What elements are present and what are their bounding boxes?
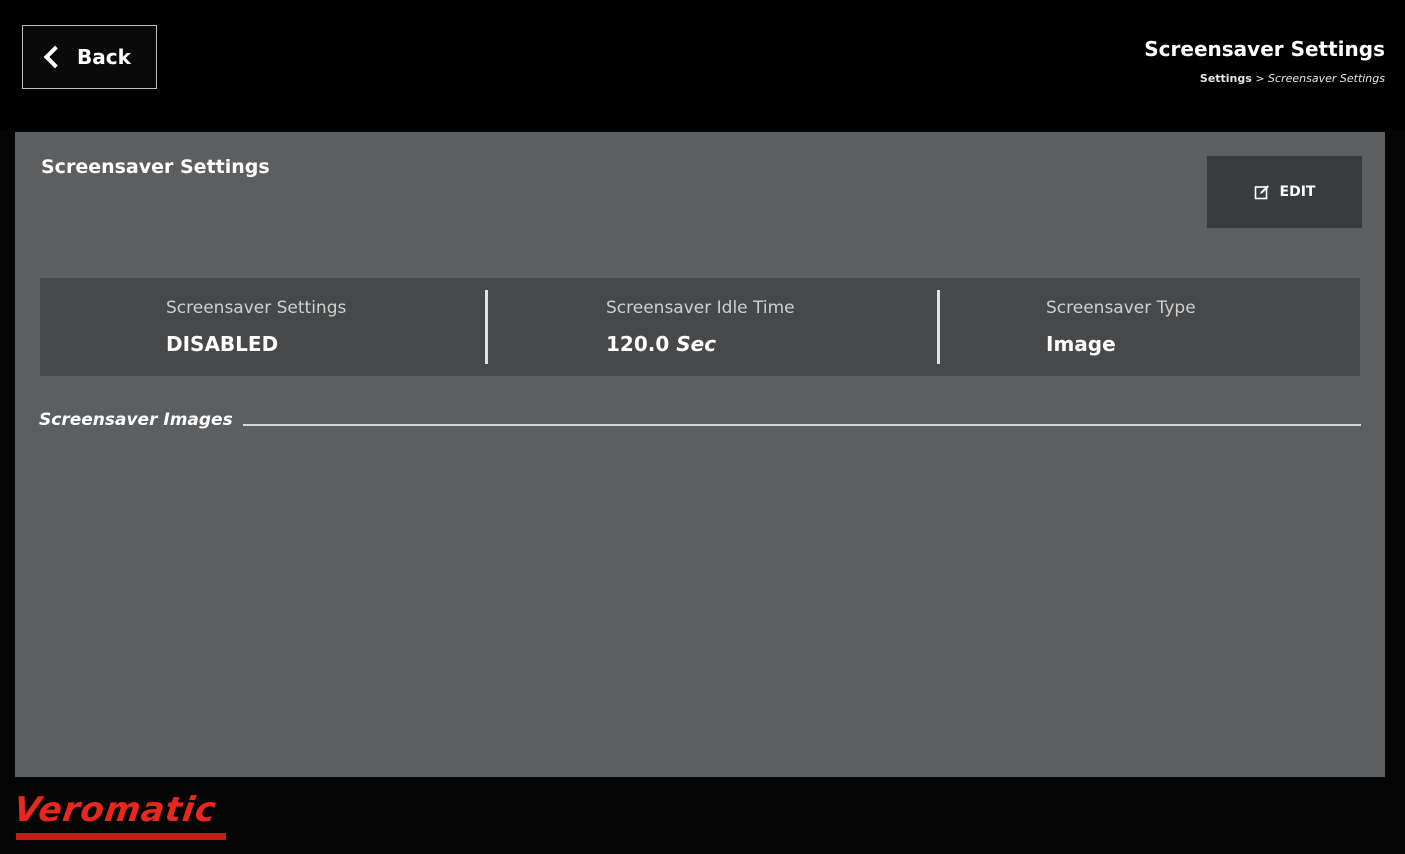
back-button-label: Back bbox=[77, 45, 131, 69]
page-title: Screensaver Settings bbox=[1144, 37, 1385, 61]
info-value-unit: Sec bbox=[676, 332, 717, 356]
edit-icon bbox=[1254, 185, 1269, 200]
info-value-text: DISABLED bbox=[166, 332, 279, 356]
info-label: Screensaver Idle Time bbox=[606, 298, 795, 318]
info-cell-screensaver-status: Screensaver Settings DISABLED bbox=[40, 278, 480, 376]
info-value: Image bbox=[1046, 332, 1360, 356]
info-divider bbox=[485, 290, 488, 364]
info-value-text: Image bbox=[1046, 332, 1116, 356]
info-cell-idle-time: Screensaver Idle Time 120.0 Sec bbox=[480, 278, 920, 376]
breadcrumb-current: Screensaver Settings bbox=[1268, 72, 1385, 85]
edit-button[interactable]: EDIT bbox=[1207, 156, 1362, 228]
info-bar: Screensaver Settings DISABLED Screensave… bbox=[40, 278, 1360, 376]
settings-panel: Screensaver Settings EDIT Screensaver Se… bbox=[15, 132, 1385, 777]
brand-logo-underline bbox=[16, 833, 226, 840]
info-label: Screensaver Type bbox=[1046, 298, 1196, 318]
images-section-heading: Screensaver Images bbox=[39, 410, 233, 430]
info-cell-screensaver-type: Screensaver Type Image bbox=[920, 278, 1360, 376]
top-bar: Back Screensaver Settings Settings > Scr… bbox=[0, 0, 1405, 130]
info-divider bbox=[937, 290, 940, 364]
chevron-left-icon bbox=[43, 45, 67, 69]
brand-logo: Veromatic bbox=[11, 790, 220, 830]
breadcrumb: Settings > Screensaver Settings bbox=[1200, 72, 1385, 85]
breadcrumb-separator: > bbox=[1255, 72, 1265, 85]
breadcrumb-parent[interactable]: Settings bbox=[1200, 72, 1252, 85]
back-button[interactable]: Back bbox=[22, 25, 157, 89]
info-value: DISABLED bbox=[166, 332, 480, 356]
info-value: 120.0 Sec bbox=[606, 332, 920, 356]
panel-title: Screensaver Settings bbox=[41, 156, 270, 178]
section-divider bbox=[243, 424, 1361, 426]
info-value-text: 120.0 bbox=[606, 332, 670, 356]
info-label: Screensaver Settings bbox=[166, 298, 347, 318]
edit-button-label: EDIT bbox=[1279, 184, 1316, 200]
